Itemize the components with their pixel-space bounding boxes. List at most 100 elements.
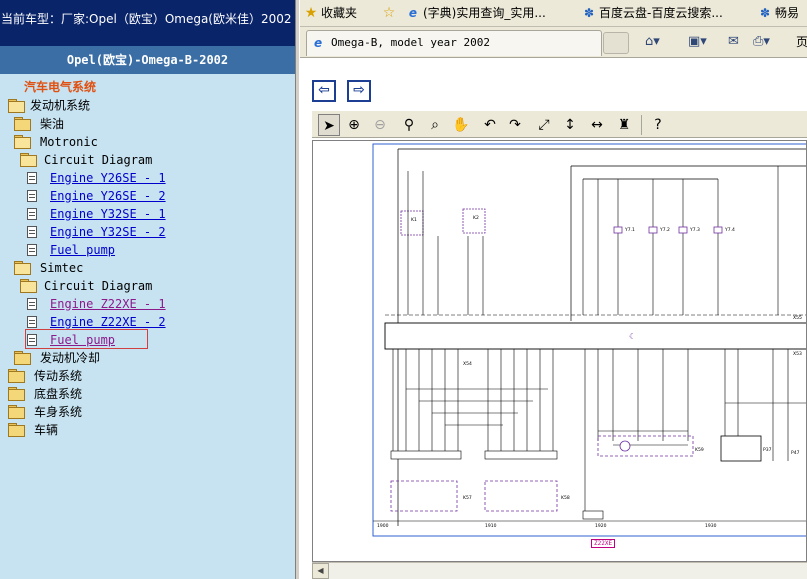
baidu-paw-icon: ✽ <box>759 6 771 20</box>
select-tool-button[interactable]: ➤ <box>318 114 340 136</box>
grid-number-1920: 1920 <box>595 523 607 529</box>
tree-node-simtec-circuit-diagram[interactable]: Circuit Diagram <box>20 276 152 294</box>
document-icon <box>27 243 37 256</box>
toolbar-separator <box>641 115 642 135</box>
folder-open-icon <box>8 99 25 113</box>
back-button[interactable]: ⇦ <box>312 80 336 102</box>
system-tree: 汽车电气系统 发动机系统 柴油 Motronic Circuit Diagram… <box>0 74 295 579</box>
page-menu[interactable]: 页 <box>796 33 807 50</box>
label-k58: K58 <box>561 495 570 501</box>
forward-button[interactable]: ⇨ <box>347 80 371 102</box>
content-area: ⇦ ⇨ ➤ ⊕ ⊖ ⚲ ⌕ ✋ ↶ ↷ ⤢ ↕ ↔ ♜ ? ☾ K1 K2 Y7… <box>300 58 807 579</box>
label-p37: P37 <box>763 447 772 453</box>
zoom-button[interactable]: ⚲ <box>398 114 420 136</box>
mail-icon[interactable]: ✉ <box>728 34 739 49</box>
document-icon <box>27 315 37 328</box>
fit-window-button[interactable]: ⤢ <box>533 114 555 136</box>
tab-bar: e Omega-B, model year 2002 ⌂▾ ▣▾ ✉ ⎙▾ 页 <box>300 27 807 58</box>
sensor-box-2 <box>484 480 558 512</box>
zoom-in-icon: ⊕ <box>348 117 360 133</box>
pan-button[interactable]: ✋ <box>450 114 472 136</box>
circuit-diagram-viewer[interactable]: ☾ K1 K2 Y7.1 Y7.2 Y7.3 Y7.4 X55 X54 X53 … <box>312 140 807 562</box>
tree-link-engine-y32se-1[interactable]: Engine Y32SE - 1 <box>27 204 166 222</box>
selection-highlight <box>25 329 148 349</box>
module-box <box>720 435 762 462</box>
label-x53: X53 <box>793 351 802 357</box>
scroll-left-button[interactable]: ◀ <box>312 563 329 579</box>
folder-open-icon <box>20 153 37 167</box>
arrow-left-small-icon: ◀ <box>317 566 324 575</box>
sensor-box-1 <box>390 480 458 512</box>
svg-viewer-toolbar: ➤ ⊕ ⊖ ⚲ ⌕ ✋ ↶ ↷ ⤢ ↕ ↔ ♜ ? <box>312 110 807 138</box>
tree-node-motronic-circuit-diagram[interactable]: Circuit Diagram <box>20 150 152 168</box>
tree-node-engine-system[interactable]: 发动机系统 <box>8 96 90 114</box>
hand-icon: ✋ <box>452 117 470 133</box>
home-icon[interactable]: ⌂▾ <box>645 34 660 49</box>
active-tab[interactable]: e Omega-B, model year 2002 <box>306 30 602 56</box>
tree-link-engine-y26se-2[interactable]: Engine Y26SE - 2 <box>27 186 166 204</box>
highlight-button[interactable]: ♜ <box>613 114 635 136</box>
tree-link-motronic-fuel-pump[interactable]: Fuel pump <box>27 240 115 258</box>
folder-icon <box>14 117 31 131</box>
label-k2: K2 <box>473 215 479 221</box>
folder-icon <box>8 405 25 419</box>
folder-icon <box>8 387 25 401</box>
print-icon[interactable]: ⎙▾ <box>753 34 770 49</box>
help-button[interactable]: ? <box>647 114 669 136</box>
baidu-paw-icon: ✽ <box>583 6 595 20</box>
favorites-star-icon: ★ <box>304 5 318 21</box>
rotate-left-button[interactable]: ↶ <box>479 114 501 136</box>
fit-width-button[interactable]: ↔ <box>586 114 608 136</box>
favorite-link-3[interactable]: ✽ 畅易 <box>758 5 799 22</box>
fit-height-button[interactable]: ↕ <box>559 114 581 136</box>
tree-node-simtec[interactable]: Simtec <box>14 258 83 276</box>
favorite-link-1[interactable]: e (字典)实用查询_实用... <box>406 5 546 22</box>
favorite-link-2[interactable]: ✽ 百度云盘-百度云搜索... <box>582 5 723 22</box>
tree-node-engine-cooling[interactable]: 发动机冷却 <box>14 348 100 366</box>
arrow-left-icon: ⇦ <box>318 82 330 98</box>
zoom-out-icon: ⊖ <box>374 117 386 133</box>
label-p47: P47 <box>791 450 800 456</box>
label-k1: K1 <box>411 217 417 223</box>
tree-node-chassis[interactable]: 底盘系统 <box>8 384 82 402</box>
rotate-right-icon: ↷ <box>509 117 521 133</box>
favorites-button[interactable]: ★ 收藏夹 <box>304 5 357 22</box>
highlight-icon: ♜ <box>617 117 631 133</box>
zoom-in-button[interactable]: ⊕ <box>343 114 365 136</box>
tree-node-vehicle[interactable]: 车辆 <box>8 420 58 438</box>
new-tab-button[interactable] <box>603 32 629 54</box>
tree-link-engine-z22xe-1[interactable]: Engine Z22XE - 1 <box>27 294 166 312</box>
label-y7-2: Y7.2 <box>659 227 670 233</box>
current-vehicle-bar: 当前车型：厂家:Opel（欧宝）Omega(欧米佳）2002 <box>0 0 295 46</box>
grid-number-1900: 1900 <box>377 523 389 529</box>
zoom-area-button[interactable]: ⌕ <box>424 114 446 136</box>
label-x54: X54 <box>463 361 472 367</box>
ie-page-icon: e <box>314 36 323 50</box>
tree-link-engine-z22xe-2[interactable]: Engine Z22XE - 2 <box>27 312 166 330</box>
label-y7-1: Y7.1 <box>624 227 635 233</box>
tree-node-transmission[interactable]: 传动系统 <box>8 366 82 384</box>
sensor-box-3 <box>597 435 694 457</box>
add-to-favorites-icon: ☆ <box>382 5 396 21</box>
tree-node-motronic[interactable]: Motronic <box>14 132 98 150</box>
tree-root-label: 汽车电气系统 <box>24 80 97 94</box>
tree-node-body[interactable]: 车身系统 <box>8 402 82 420</box>
tree-link-engine-y32se-2[interactable]: Engine Y32SE - 2 <box>27 222 166 240</box>
connector-strips <box>390 450 604 520</box>
grid-number-1930: 1930 <box>705 523 717 529</box>
tree-link-engine-y26se-1[interactable]: Engine Y26SE - 1 <box>27 168 166 186</box>
current-vehicle-text: 当前车型：厂家:Opel（欧宝）Omega(欧米佳）2002 <box>1 12 292 26</box>
rotate-right-button[interactable]: ↷ <box>504 114 526 136</box>
zoom-out-button[interactable]: ⊖ <box>369 114 391 136</box>
add-favorite-button[interactable]: ☆ <box>382 5 399 22</box>
tree-node-diesel[interactable]: 柴油 <box>14 114 64 132</box>
motor-symbol <box>619 440 631 452</box>
rss-feed-icon[interactable]: ▣▾ <box>688 34 707 49</box>
label-x55: X55 <box>793 315 802 321</box>
label-y7-4: Y7.4 <box>724 227 735 233</box>
label-y7-3: Y7.3 <box>689 227 700 233</box>
ecu-connector-block <box>384 322 806 350</box>
relay-k1 <box>400 210 424 236</box>
horizontal-scrollbar[interactable]: ◀ <box>312 562 807 579</box>
label-k57: K57 <box>463 495 472 501</box>
